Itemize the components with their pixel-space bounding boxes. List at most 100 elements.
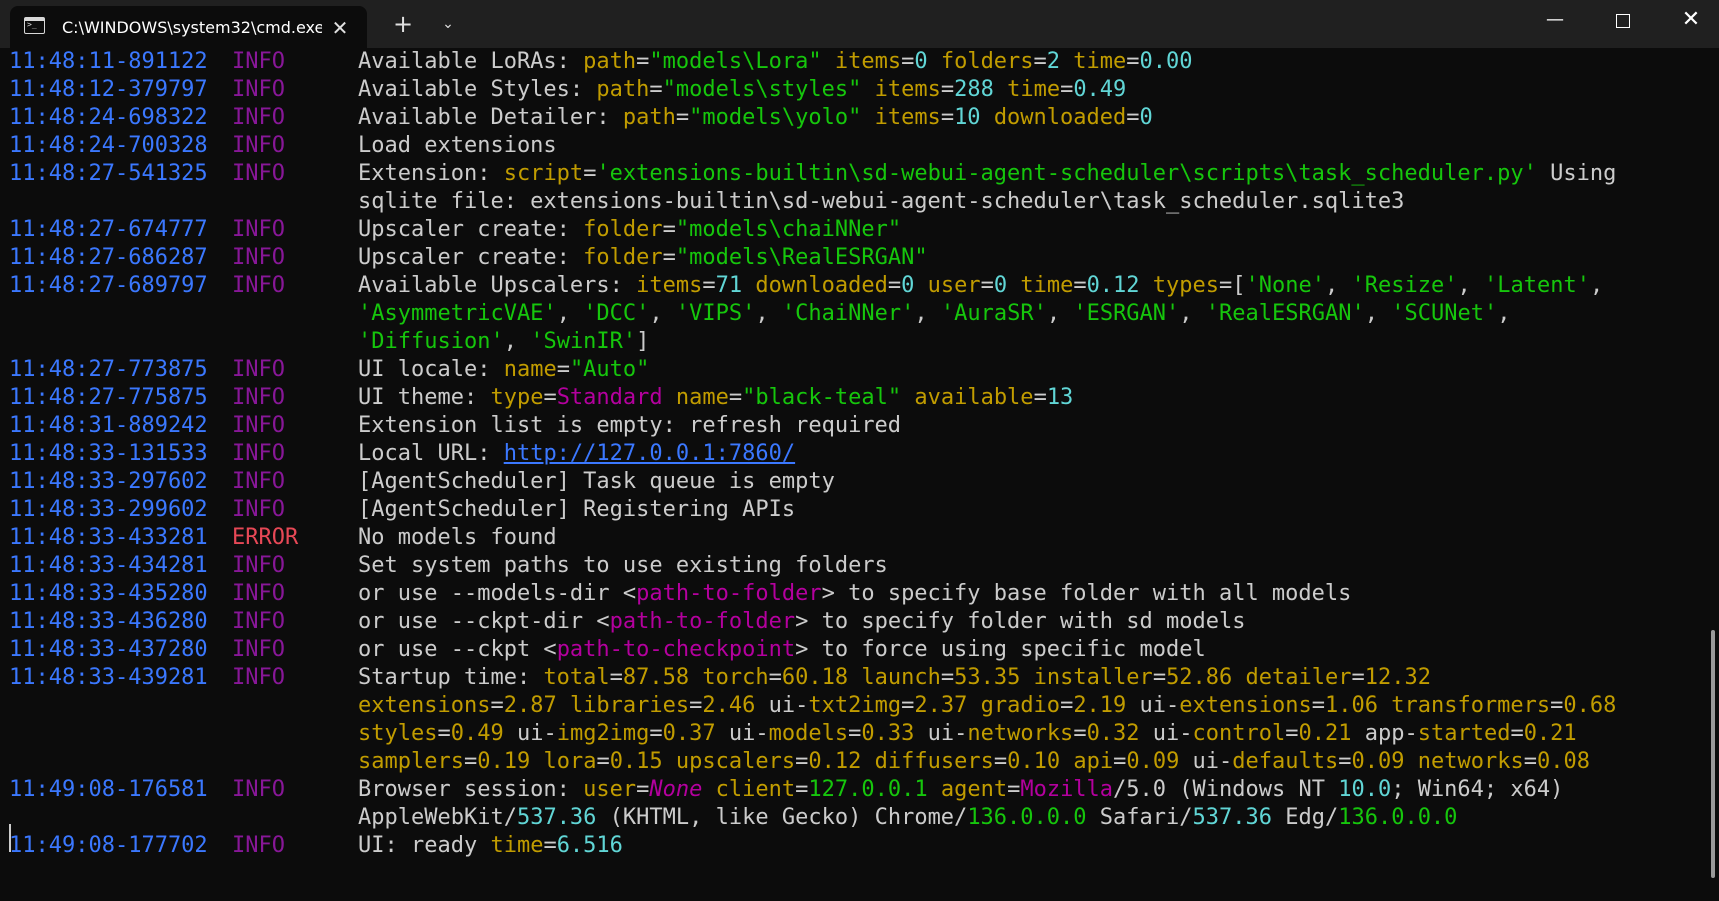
log-segment: UI: ready (358, 833, 491, 858)
log-segment: = (437, 721, 451, 746)
log-segment: Safari/ (1086, 805, 1193, 830)
log-level-info: INFO (232, 245, 285, 270)
local-url-link[interactable]: http://127.0.0.1:7860/ (504, 441, 795, 466)
log-segment: time (1007, 77, 1061, 102)
log-segment: launch (861, 665, 941, 690)
log-segment: = (636, 49, 650, 74)
log-message: styles=0.49 ui-img2img=0.37 ui-models=0.… (358, 720, 1577, 748)
log-segment: = (675, 105, 690, 130)
log-segment: , (914, 301, 941, 326)
log-segment: [AgentScheduler] Registering APIs (358, 497, 796, 522)
log-segment: 0.68 (1563, 693, 1617, 718)
maximize-button[interactable] (1589, 0, 1657, 40)
log-message: Local URL: http://127.0.0.1:7860/ (358, 440, 795, 468)
log-segment: 0 (901, 273, 915, 298)
log-segment: = (728, 385, 743, 410)
log-line: 11:48:11-891122 INFO Available LoRAs: path… (0, 48, 1705, 76)
log-segment: upscalers (675, 749, 796, 774)
log-segment: ] (636, 329, 650, 354)
log-segment: = (543, 833, 557, 858)
chevron-down-icon[interactable]: ⌄ (432, 10, 464, 38)
log-segment: folder (583, 245, 663, 270)
log-segment: = (887, 273, 902, 298)
log-segment: time (1020, 273, 1074, 298)
log-segment: gradio (980, 693, 1061, 718)
log-segment: = (1113, 749, 1127, 774)
log-timestamp: 11:48:27-541325 (9, 161, 208, 186)
log-segment: = (596, 749, 610, 774)
log-timestamp: 11:48:33-437280 (9, 637, 208, 662)
log-line: 11:48:33-436280 INFO or use --ckpt-dir <p… (0, 608, 1705, 636)
log-segment: = (901, 693, 915, 718)
log-segment: downloaded (755, 273, 888, 298)
log-message: or use --ckpt-dir <path-to-folder> to sp… (358, 608, 1245, 636)
log-timestamp: 11:48:33-131533 (9, 441, 208, 466)
log-segment: = (1523, 749, 1537, 774)
log-segment: 0.19 (477, 749, 531, 774)
close-window-button[interactable]: ✕ (1657, 0, 1719, 40)
log-message: AppleWebKit/537.36 (KHTML, like Gecko) C… (358, 804, 1457, 832)
log-segment: torch (702, 665, 769, 690)
log-message: sqlite file: extensions-builtin\sd-webui… (358, 188, 1404, 216)
log-segment: 288 (954, 77, 994, 102)
log-segment: path (596, 77, 650, 102)
log-segment: 0.12 (808, 749, 862, 774)
log-segment: name (675, 385, 729, 410)
log-segment: = (1510, 721, 1524, 746)
log-segment: = (1073, 273, 1087, 298)
new-tab-button[interactable]: + (387, 10, 419, 38)
log-segment: 71 (715, 273, 743, 298)
log-segment: 'AsymmetricVAE' (358, 301, 557, 326)
log-segment: = (1351, 665, 1365, 690)
log-segment: img2img (556, 721, 650, 746)
log-segment (1378, 693, 1391, 718)
log-message: [AgentScheduler] Task queue is empty (358, 468, 835, 496)
log-segment: transformers (1391, 693, 1551, 718)
log-timestamp: 11:48:24-700328 (9, 133, 208, 158)
log-timestamp: 11:48:33-435280 (9, 581, 208, 606)
log-timestamp: 11:48:27-689797 (9, 273, 208, 298)
log-segment: networks (967, 721, 1074, 746)
log-segment: 'extensions-builtin\sd-webui-agent-sched… (596, 161, 1537, 186)
log-segment: = (1073, 721, 1087, 746)
log-segment: ui- (1126, 693, 1180, 718)
log-segment: 'None' (1245, 273, 1326, 298)
log-level-info: INFO (232, 273, 285, 298)
terminal-output[interactable]: 11:48:11-891122 INFO Available LoRAs: path… (0, 48, 1705, 901)
log-segment: UI locale: (358, 357, 504, 382)
log-message: Browser session: user=None client=127.0.… (358, 776, 1563, 804)
log-segment: = (1550, 693, 1564, 718)
log-segment: [AgentScheduler] Task queue is empty (358, 469, 835, 494)
minimize-button[interactable]: — (1521, 0, 1589, 40)
log-segment: 0.10 (1007, 749, 1061, 774)
log-segment: 'RealESRGAN' (1205, 301, 1365, 326)
log-level-info: INFO (232, 357, 285, 382)
scrollbar[interactable] (1711, 630, 1715, 878)
log-segment: path (583, 49, 637, 74)
log-segment: , (1589, 273, 1604, 298)
log-segment: ui- (503, 721, 557, 746)
log-segment: ui- (755, 693, 809, 718)
log-timestamp: 11:48:12-379797 (9, 77, 208, 102)
log-segment: user (583, 777, 637, 802)
log-segment: items (636, 273, 703, 298)
log-segment: app- (1351, 721, 1418, 746)
log-line: styles=0.49 ui-img2img=0.37 ui-models=0.… (0, 720, 1705, 748)
log-message: samplers=0.19 lora=0.15 upscalers=0.12 d… (358, 748, 1590, 776)
log-segment: installer (1033, 665, 1153, 690)
log-segment: ui- (715, 721, 769, 746)
log-line: 11:48:27-674777 INFO Upscaler create: fold… (0, 216, 1705, 244)
log-level-info: INFO (232, 441, 285, 466)
log-message: No models found (358, 524, 557, 552)
log-segment: "Auto" (569, 357, 650, 382)
log-segment: items (874, 77, 941, 102)
log-line: 11:48:33-299602 INFO [AgentScheduler] Regi… (0, 496, 1705, 524)
log-segment: 60.18 (781, 665, 849, 690)
log-timestamp: 11:48:27-775875 (9, 385, 208, 410)
log-line: 11:48:27-773875 INFO UI locale: name="Auto… (0, 356, 1705, 384)
log-segment: ui- (1139, 721, 1193, 746)
tab-cmd[interactable]: C:\WINDOWS\system32\cmd.exe ✕ (10, 6, 367, 48)
close-tab-icon[interactable]: ✕ (326, 14, 354, 42)
log-message: UI locale: name="Auto" (358, 356, 649, 384)
log-segment: , (649, 301, 676, 326)
